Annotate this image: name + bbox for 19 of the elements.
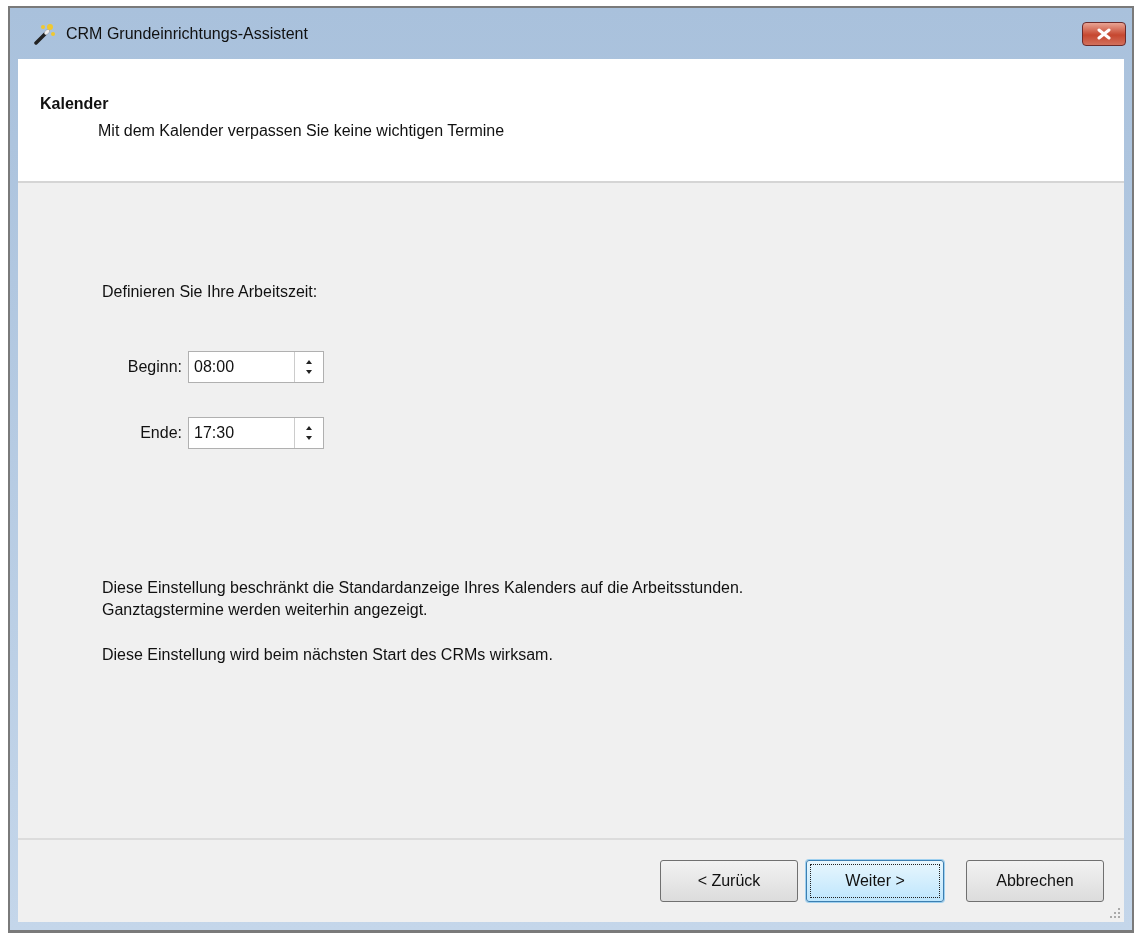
dialog-button[interactable]: Abbrechen [966,860,1104,902]
time-spinner[interactable]: 08:00 [188,351,324,383]
up-down-arrows-icon [305,358,313,376]
page-subtitle: Mit dem Kalender verpassen Sie keine wichtigen Termine [98,122,506,140]
info-paragraph: Diese Einstellung beschränkt die Standardanzeige Ihres Kalenders auf die Arbeitsstunden. Ganztagstermine werden weiterhin angezeigt. [102,578,745,620]
field-label: Beginn: [126,358,182,376]
close-button[interactable] [1082,21,1126,46]
close-icon [1096,27,1112,40]
resize-grip-icon [1110,908,1120,918]
info-paragraph: Diese Einstellung wird beim nächsten Start des CRMs wirksam. [102,645,554,665]
dialog-button[interactable]: < Zurück [660,860,798,902]
up-down-arrows-icon [305,424,313,442]
magic-wand-icon [34,22,56,45]
page-title: Kalender [40,95,110,113]
dialog-button[interactable]: Weiter > [806,860,944,902]
window-title: CRM Grundeinrichtungs-Assistent [66,24,308,43]
intro-text: Definieren Sie Ihre Arbeitszeit: [102,283,319,301]
time-spinner[interactable]: 17:30 [188,417,324,449]
field-label: Ende: [139,424,182,442]
